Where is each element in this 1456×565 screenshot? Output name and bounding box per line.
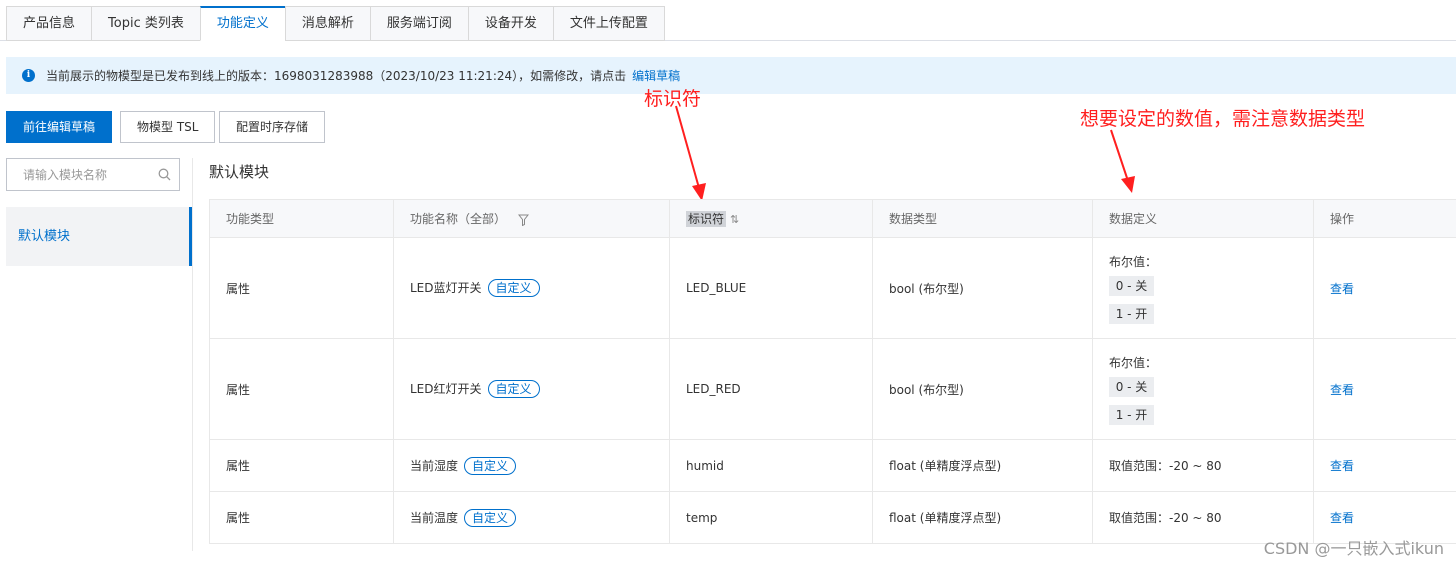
tab-topic-list[interactable]: Topic 类列表 bbox=[91, 6, 200, 41]
enum-value-item: 1 - 开 bbox=[1109, 303, 1154, 324]
tsl-button[interactable]: 物模型 TSL bbox=[120, 111, 216, 143]
edit-draft-button[interactable]: 前往编辑草稿 bbox=[6, 111, 113, 143]
custom-tag: 自定义 bbox=[487, 380, 540, 398]
table-row: 属性 LED蓝灯开关 自定义 LED_BLUE bool (布尔型) 布尔值： 0… bbox=[209, 237, 1456, 339]
header-function-name: 功能名称（全部） bbox=[393, 199, 670, 238]
header-action: 操作 bbox=[1313, 199, 1456, 238]
enum-value-item: 0 - 关 bbox=[1109, 275, 1154, 296]
module-title: 默认模块 bbox=[209, 163, 270, 181]
annotation-value-hint: 想要设定的数值，需注意数据类型 bbox=[1080, 108, 1366, 130]
cell-data-definition: 布尔值： 0 - 关 1 - 开 bbox=[1092, 237, 1314, 339]
cell-function-name: LED红灯开关 自定义 bbox=[393, 338, 670, 440]
notice-text: 当前展示的物模型是已发布到线上的版本：1698031283988（2023/10… bbox=[46, 69, 627, 83]
cell-data-type: bool (布尔型) bbox=[872, 338, 1093, 440]
cell-action: 查看 bbox=[1313, 237, 1456, 339]
tab-message-parsing[interactable]: 消息解析 bbox=[284, 6, 370, 41]
enum-value-item: 0 - 关 bbox=[1109, 376, 1154, 397]
notice-bar: i 当前展示的物模型是已发布到线上的版本：1698031283988（2023/… bbox=[6, 57, 1456, 94]
header-data-type: 数据类型 bbox=[872, 199, 1093, 238]
cell-data-definition: 取值范围：-20 ~ 80 bbox=[1092, 439, 1314, 492]
tab-file-upload-config[interactable]: 文件上传配置 bbox=[552, 6, 665, 41]
cell-function-name: LED蓝灯开关 自定义 bbox=[393, 237, 670, 339]
search-icon[interactable] bbox=[158, 168, 171, 181]
cell-identifier: LED_BLUE bbox=[669, 237, 873, 339]
annotation-arrow-value bbox=[1110, 129, 1135, 193]
cell-data-type: bool (布尔型) bbox=[872, 237, 1093, 339]
info-icon: i bbox=[22, 69, 35, 82]
view-link[interactable]: 查看 bbox=[1330, 383, 1354, 397]
edit-draft-link[interactable]: 编辑草稿 bbox=[632, 67, 680, 84]
table-row: 属性 当前湿度 自定义 humid float (单精度浮点型) 取值范围：-20… bbox=[209, 439, 1456, 492]
sidebar-divider bbox=[192, 158, 193, 551]
tab-bar: 产品信息 Topic 类列表 功能定义 消息解析 服务端订阅 设备开发 文件上传… bbox=[6, 6, 665, 41]
search-placeholder: 请输入模块名称 bbox=[23, 168, 108, 182]
cell-function-type: 属性 bbox=[209, 491, 394, 544]
view-link[interactable]: 查看 bbox=[1330, 282, 1354, 296]
definition-label: 布尔值： bbox=[1109, 254, 1158, 269]
enum-value-item: 1 - 开 bbox=[1109, 404, 1154, 425]
header-data-definition: 数据定义 bbox=[1092, 199, 1314, 238]
cell-action: 查看 bbox=[1313, 338, 1456, 440]
tab-device-development[interactable]: 设备开发 bbox=[467, 6, 553, 41]
custom-tag: 自定义 bbox=[464, 508, 517, 527]
definition-label: 布尔值： bbox=[1109, 355, 1158, 370]
cell-function-type: 属性 bbox=[209, 439, 394, 492]
cell-data-definition: 布尔值： 0 - 关 1 - 开 bbox=[1092, 338, 1314, 440]
cell-data-type: float (单精度浮点型) bbox=[872, 439, 1093, 492]
custom-tag: 自定义 bbox=[487, 279, 540, 297]
cell-data-type: float (单精度浮点型) bbox=[872, 491, 1093, 544]
view-link[interactable]: 查看 bbox=[1330, 511, 1354, 525]
cell-identifier: temp bbox=[669, 491, 873, 544]
cell-function-type: 属性 bbox=[209, 338, 394, 440]
tab-product-info[interactable]: 产品信息 bbox=[6, 6, 92, 41]
module-search-input[interactable]: 请输入模块名称 bbox=[6, 158, 180, 191]
storage-config-button[interactable]: 配置时序存储 bbox=[219, 111, 326, 143]
watermark: CSDN @一只嵌入式ikun bbox=[1263, 539, 1444, 558]
cell-function-type: 属性 bbox=[209, 237, 394, 339]
cell-function-name: 当前温度 自定义 bbox=[393, 491, 670, 544]
header-identifier[interactable]: 标识符 ⇅ bbox=[669, 199, 873, 238]
tab-server-subscription[interactable]: 服务端订阅 bbox=[369, 6, 468, 41]
custom-tag: 自定义 bbox=[464, 456, 517, 475]
cell-action: 查看 bbox=[1313, 439, 1456, 492]
table-row: 属性 LED红灯开关 自定义 LED_RED bool (布尔型) 布尔值： 0 … bbox=[209, 338, 1456, 440]
header-function-type: 功能类型 bbox=[209, 199, 394, 238]
table-header-row: 功能类型 功能名称（全部） 标识符 ⇅ 数据类型 数据定义 操作 bbox=[209, 199, 1456, 238]
view-link[interactable]: 查看 bbox=[1330, 459, 1354, 473]
tab-function-definition[interactable]: 功能定义 bbox=[199, 6, 285, 41]
filter-icon[interactable] bbox=[517, 214, 529, 226]
function-table: 功能类型 功能名称（全部） 标识符 ⇅ 数据类型 数据定义 操作 属性 LED蓝灯… bbox=[209, 199, 1456, 544]
sort-icon[interactable]: ⇅ bbox=[730, 213, 739, 226]
cell-identifier: LED_RED bbox=[669, 338, 873, 440]
cell-identifier: humid bbox=[669, 439, 873, 492]
cell-function-name: 当前湿度 自定义 bbox=[393, 439, 670, 492]
annotation-arrow-identifier bbox=[675, 105, 706, 201]
sidebar-item-default-module[interactable]: 默认模块 bbox=[6, 207, 192, 266]
